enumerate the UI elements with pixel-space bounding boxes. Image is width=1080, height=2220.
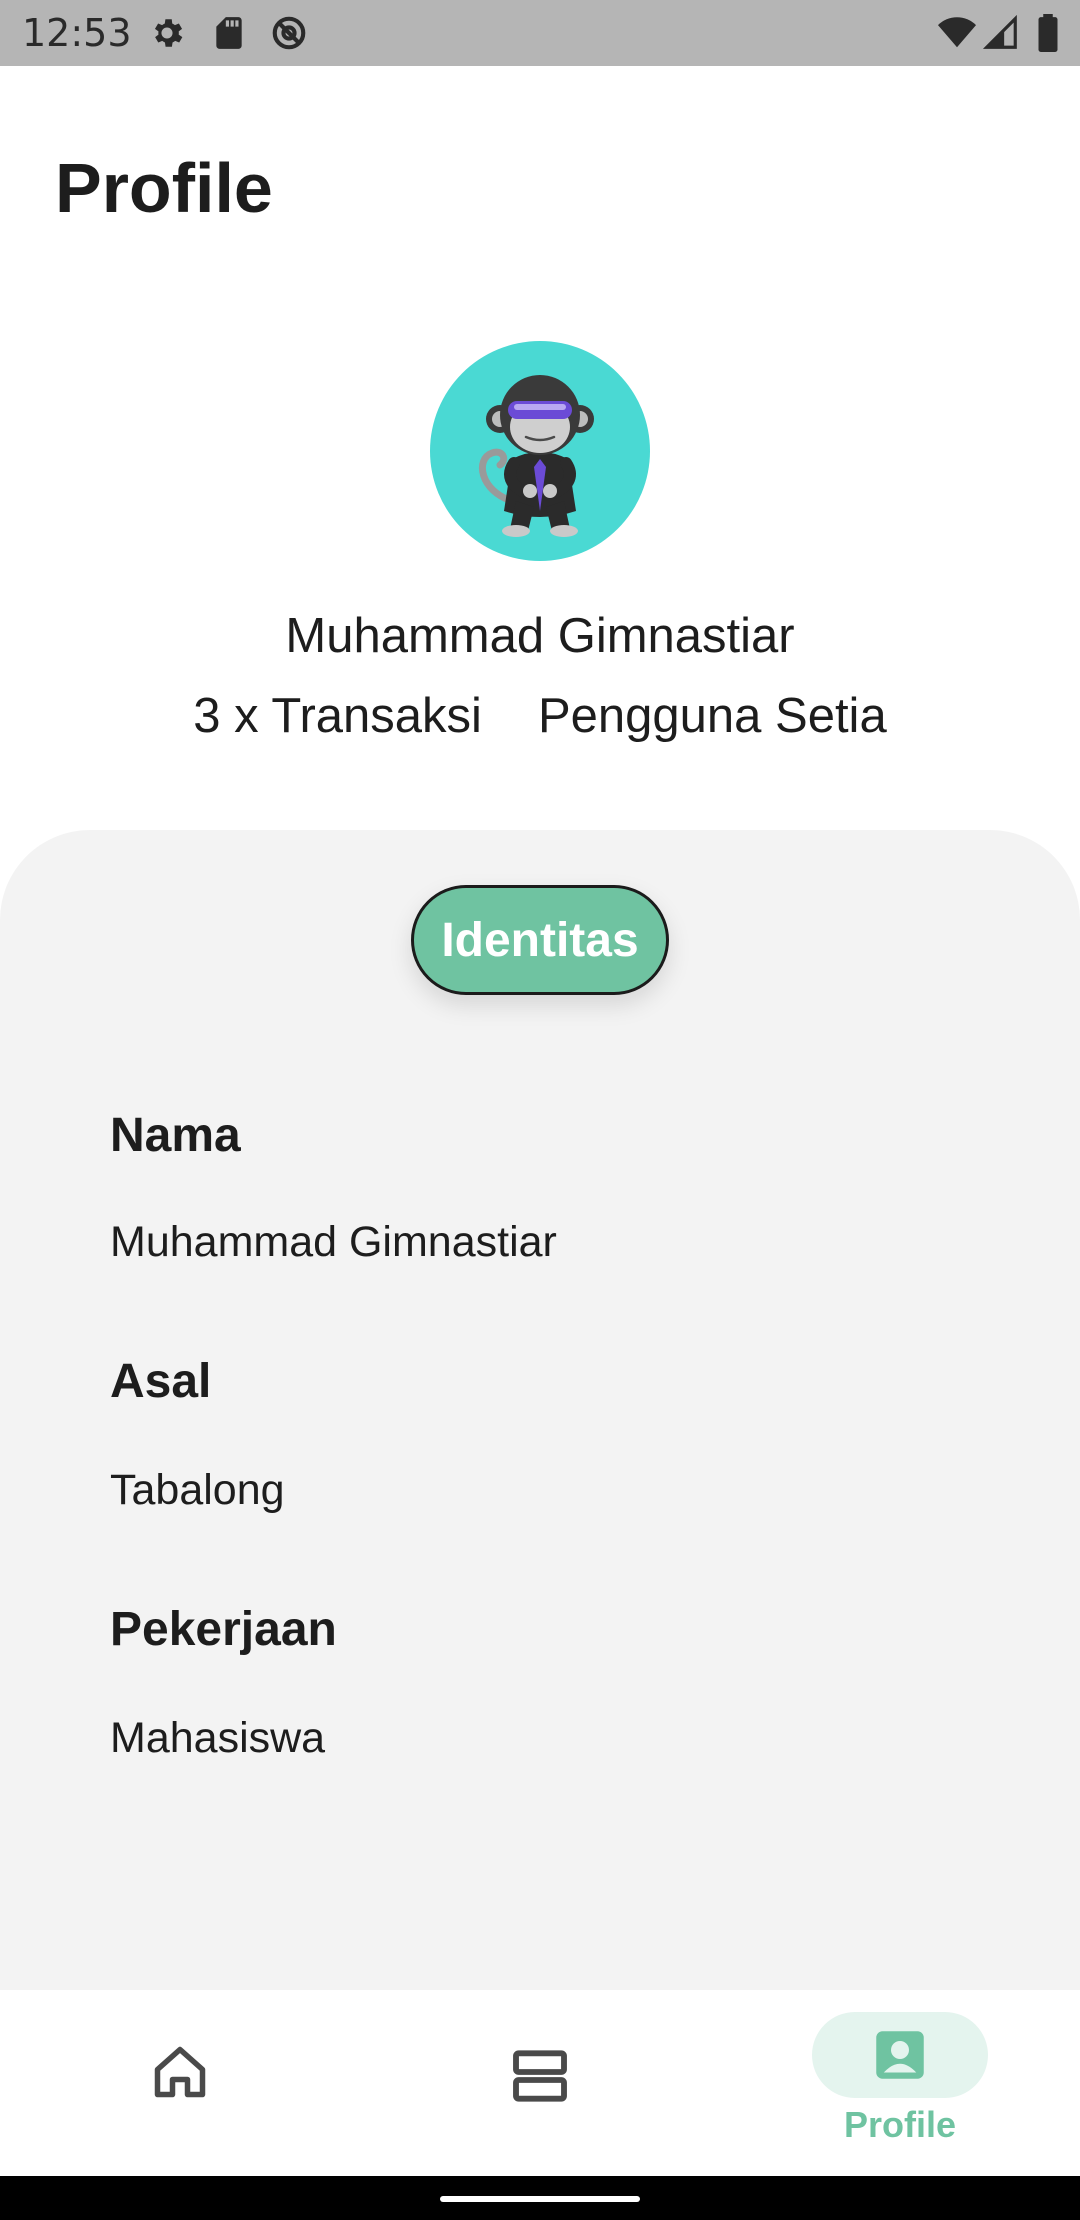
wifi-icon <box>938 17 976 48</box>
nav-item-home[interactable] <box>0 1990 360 2176</box>
system-nav-bar <box>0 2176 1080 2220</box>
list-icon <box>513 2050 567 2102</box>
nav-active-indicator <box>812 2012 988 2098</box>
user-stats: 3 x Transaksi Pengguna Setia <box>0 688 1080 744</box>
nav-label-profile: Profile <box>843 2104 957 2145</box>
profile-icon <box>876 2031 924 2079</box>
avatar[interactable] <box>430 341 650 561</box>
status-time: 12:53 <box>22 11 132 55</box>
profile-screen: 12:53 Profile Muhammad Gimnastiar 3 x Tr… <box>0 0 1080 2220</box>
user-name: Muhammad Gimnastiar <box>285 609 795 663</box>
member-badge: Pengguna Setia <box>537 689 887 743</box>
battery-icon <box>1038 14 1058 52</box>
tab-identitas[interactable]: Identitas <box>411 885 669 995</box>
home-indicator[interactable] <box>440 2196 640 2202</box>
page-title: Profile <box>55 149 273 227</box>
bottom-navigation: Profile <box>0 1990 1080 2176</box>
status-bar: 12:53 <box>0 0 1080 66</box>
sd-card-icon <box>216 17 242 49</box>
identity-card <box>0 830 1080 1990</box>
at-sign-icon <box>272 16 306 50</box>
field-value-asal: Tabalong <box>110 1466 285 1514</box>
field-value-nama: Muhammad Gimnastiar <box>110 1218 557 1266</box>
monkey-avatar-icon <box>478 375 594 537</box>
field-label-pekerjaan: Pekerjaan <box>110 1603 337 1656</box>
field-value-pekerjaan: Mahasiswa <box>110 1714 326 1762</box>
gear-icon <box>154 19 183 47</box>
field-label-nama: Nama <box>110 1109 241 1162</box>
nav-item-list[interactable] <box>360 1990 720 2176</box>
field-label-asal: Asal <box>110 1355 212 1408</box>
cell-signal-icon <box>982 14 1017 49</box>
home-icon <box>154 2046 206 2098</box>
transaction-count: 3 x Transaksi <box>193 689 482 743</box>
